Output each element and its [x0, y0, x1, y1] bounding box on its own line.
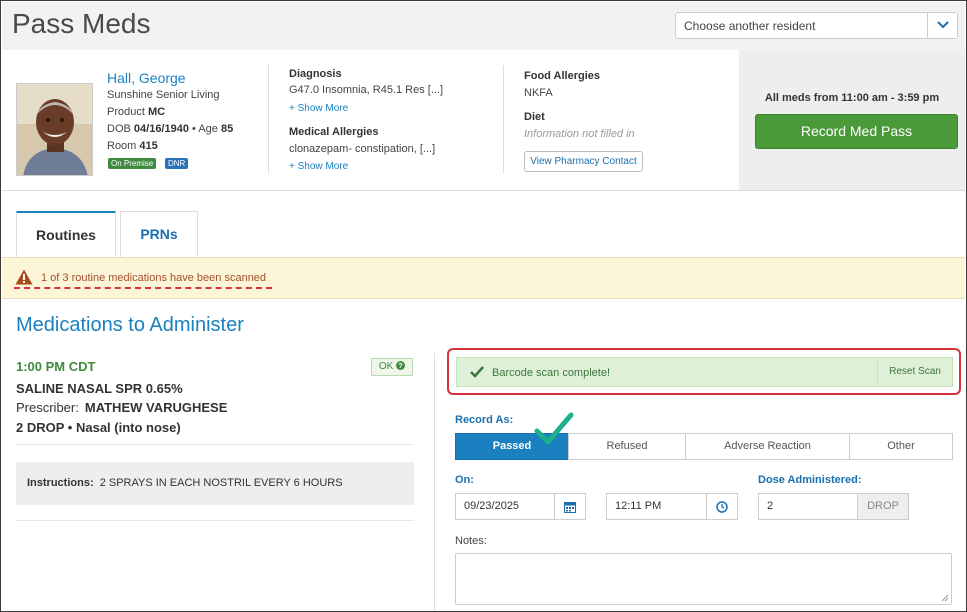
notes-label: Notes: — [455, 535, 487, 547]
resident-photo — [16, 83, 93, 176]
resident-dob-age: DOB 04/16/1940 • Age 85 — [107, 123, 233, 135]
time-input[interactable]: 12:11 PM — [606, 493, 707, 520]
instructions: Instructions: 2 SPRAYS IN EACH NOSTRIL E… — [27, 477, 343, 489]
product-value: MC — [147, 106, 166, 118]
instructions-label: Instructions: — [27, 477, 94, 489]
resident-room: Room 415 — [107, 140, 158, 152]
calendar-button[interactable] — [554, 493, 586, 520]
alert-message: 1 of 3 routine medications have been sca… — [41, 272, 267, 284]
medical-allergies-title: Medical Allergies — [289, 126, 379, 138]
section-title: Medications to Administer — [16, 314, 244, 336]
date-input[interactable]: 09/23/2025 — [455, 493, 555, 520]
med-pass-panel: All meds from 11:00 am - 3:59 pm Record … — [739, 50, 965, 190]
resident-name-link[interactable]: Hall, George — [107, 70, 186, 86]
dose-route: 2 DROP • Nasal (into nose) — [16, 420, 181, 435]
record-as-label: Record As: — [455, 414, 514, 426]
bullet-separator: • — [67, 420, 76, 435]
resident-avatar — [17, 84, 92, 175]
dose-value: 2 DROP — [16, 420, 65, 435]
barcode-scan-status: Barcode scan complete! Reset Scan — [456, 357, 953, 387]
clock-icon — [716, 501, 728, 513]
room-value: 415 — [139, 140, 158, 152]
top-bar: Pass Meds Choose another resident — [2, 2, 965, 50]
view-pharmacy-contact-button[interactable]: View Pharmacy Contact — [524, 151, 643, 172]
route-value: Nasal (into nose) — [75, 420, 181, 435]
annotation-checkmark-icon — [534, 412, 574, 445]
food-allergies-title: Food Allergies — [524, 70, 600, 82]
meds-time-window: All meds from 11:00 am - 3:59 pm — [764, 92, 940, 104]
record-med-pass-button[interactable]: Record Med Pass — [755, 114, 958, 149]
med-name: SALINE NASAL SPR 0.65% — [16, 381, 183, 396]
diagnosis-text: G47.0 Insomnia, R45.1 Res [...] — [289, 84, 444, 96]
dnr-badge: DNR — [165, 158, 189, 169]
question-circle-icon: ? — [396, 361, 406, 370]
ok-status-badge: OK ? — [371, 358, 413, 376]
divider — [16, 520, 414, 521]
prescriber: Prescriber: MATHEW VARUGHESE — [16, 400, 227, 415]
calendar-icon — [564, 502, 576, 513]
dob-label: DOB — [107, 123, 131, 135]
record-option-refused[interactable]: Refused — [568, 433, 686, 460]
column-divider — [434, 353, 435, 611]
resident-select[interactable]: Choose another resident — [675, 12, 958, 39]
divider — [268, 65, 269, 173]
svg-text:?: ? — [398, 361, 402, 370]
resident-select-placeholder: Choose another resident — [684, 19, 816, 33]
medical-allergies-text: clonazepam- constipation, [...] — [289, 143, 436, 155]
dob-value: 04/16/1940 — [133, 123, 189, 135]
diagnosis-show-more-link[interactable]: + Show More — [289, 103, 348, 114]
app-frame: Pass Meds Choose another resident Hall, … — [0, 0, 967, 612]
food-allergies-text: NKFA — [524, 87, 553, 99]
on-premise-badge: On Premise — [108, 158, 157, 169]
time-picker-button[interactable] — [706, 493, 738, 520]
annotation-dashed-underline — [14, 287, 272, 289]
tab-prns[interactable]: PRNs — [120, 211, 198, 258]
reset-scan-button[interactable]: Reset Scan — [877, 358, 952, 386]
page-title: Pass Meds — [12, 8, 151, 39]
resize-grip-icon[interactable] — [941, 594, 949, 602]
prescriber-label: Prescriber: — [16, 400, 79, 415]
scan-message: Barcode scan complete! — [492, 367, 611, 379]
record-option-other[interactable]: Other — [849, 433, 953, 460]
divider — [16, 444, 414, 445]
age-value: 85 — [220, 123, 234, 135]
diet-text: Information not filled in — [524, 128, 635, 140]
instructions-text: 2 SPRAYS IN EACH NOSTRIL EVERY 6 HOURS — [99, 477, 343, 489]
med-time: 1:00 PM CDT — [16, 359, 96, 374]
check-icon — [470, 366, 484, 378]
resident-header: Hall, George Sunshine Senior Living Prod… — [2, 50, 965, 191]
dose-unit: DROP — [857, 493, 909, 520]
diet-title: Diet — [524, 111, 545, 123]
dose-input[interactable]: 2 — [758, 493, 858, 520]
room-label: Room — [107, 140, 137, 152]
ok-status-text: OK — [378, 361, 394, 372]
chevron-down-icon — [937, 21, 949, 29]
scan-progress-alert: 1 of 3 routine medications have been sca… — [2, 257, 965, 299]
diagnosis-title: Diagnosis — [289, 68, 342, 80]
allergies-show-more-link[interactable]: + Show More — [289, 161, 348, 172]
tab-routines[interactable]: Routines — [16, 211, 116, 258]
age-label: Age — [198, 123, 218, 135]
warning-icon — [15, 269, 33, 285]
divider — [503, 65, 504, 173]
resident-product: Product MC — [107, 106, 165, 118]
instructions-box: Instructions: 2 SPRAYS IN EACH NOSTRIL E… — [16, 462, 414, 505]
product-label: Product — [107, 106, 145, 118]
notes-textarea[interactable] — [455, 553, 952, 605]
on-label: On: — [455, 474, 474, 486]
dose-administered-label: Dose Administered: — [758, 474, 862, 486]
prescriber-value: MATHEW VARUGHESE — [84, 400, 228, 415]
resident-facility: Sunshine Senior Living — [107, 89, 220, 101]
record-option-adverse-reaction[interactable]: Adverse Reaction — [685, 433, 850, 460]
resident-select-toggle[interactable] — [927, 13, 957, 38]
